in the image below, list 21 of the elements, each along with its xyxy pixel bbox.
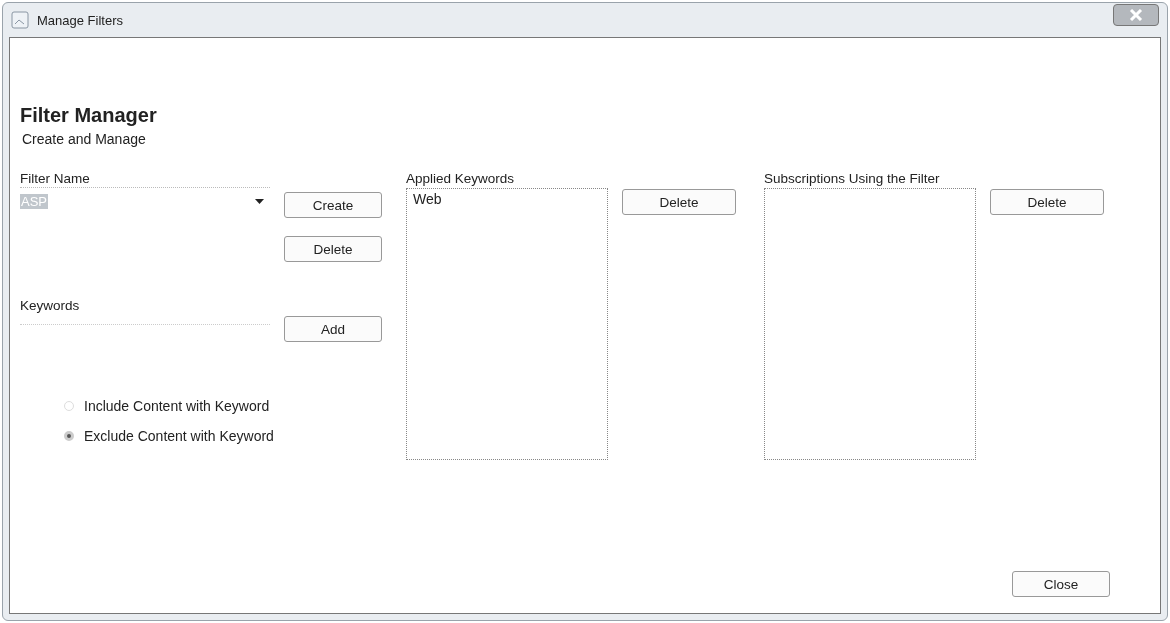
field-label: Filter Name <box>20 171 270 188</box>
filter-button[interactable]: Create <box>284 192 382 218</box>
list-item[interactable]: Web <box>407 189 607 209</box>
close-icon <box>1128 9 1144 21</box>
add-button[interactable]: Add <box>284 316 382 342</box>
heading: Filter Manager <box>20 104 158 127</box>
list-label: Subscriptions Using the Filter <box>764 171 941 187</box>
radio-option[interactable]: Exclude Content with Keyword <box>64 428 406 444</box>
delete-button[interactable]: Delete <box>622 189 736 215</box>
window-icon <box>11 11 29 29</box>
radio-option[interactable]: Include Content with Keyword <box>64 398 406 414</box>
dropdown-value: ASP <box>20 193 48 209</box>
filter-button[interactable]: Delete <box>284 236 382 262</box>
subheading: Create and Manage <box>22 131 147 147</box>
window-title: Manage Filters <box>37 12 123 28</box>
field-label: Keywords <box>20 298 81 314</box>
close-button[interactable]: Close <box>1012 571 1110 597</box>
dropdown-arrow-icon <box>255 198 264 204</box>
delete-button[interactable]: Delete <box>990 189 1104 215</box>
close-button[interactable] <box>1113 4 1159 26</box>
list-label: Applied Keywords <box>406 171 516 187</box>
